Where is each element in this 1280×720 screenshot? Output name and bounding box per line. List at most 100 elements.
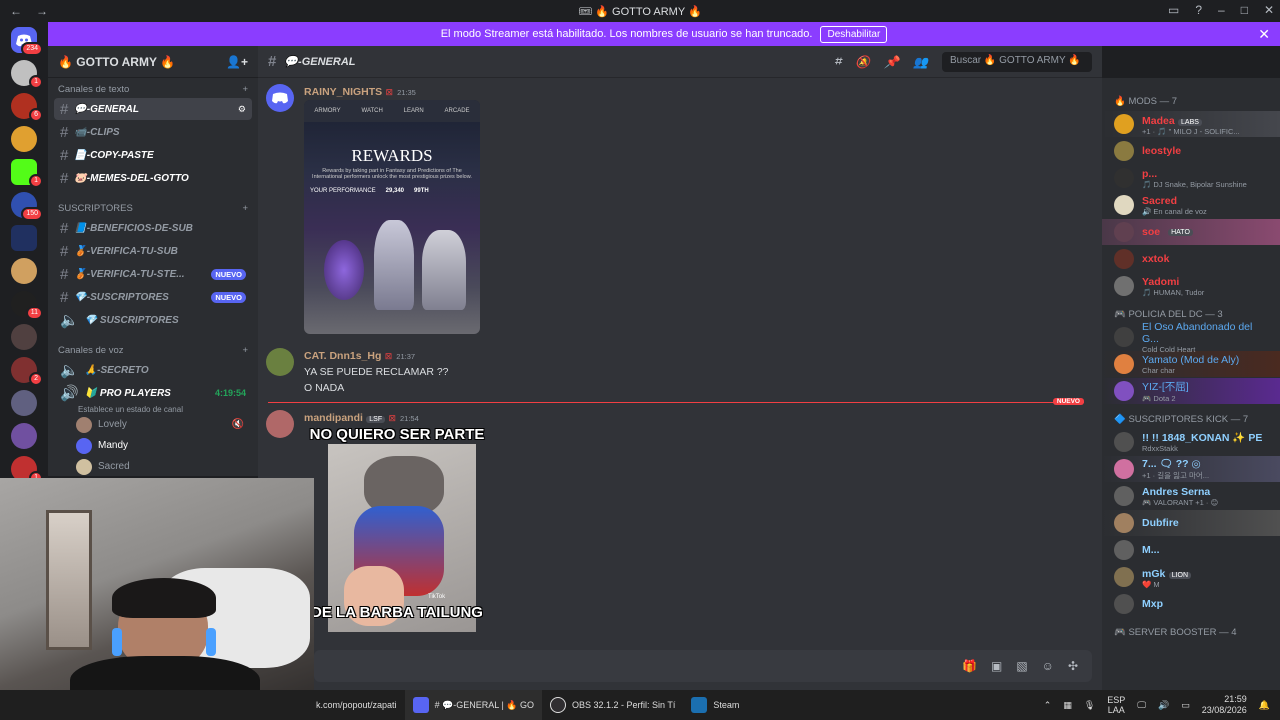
voice-category[interactable]: Canales de voz + — [48, 339, 258, 358]
member-list-icon[interactable]: 👥 — [913, 55, 928, 69]
server-icon[interactable] — [11, 423, 37, 449]
voice-user[interactable]: Mandy — [76, 435, 258, 456]
pin-icon[interactable]: 📌 — [884, 55, 899, 69]
avatar[interactable] — [266, 410, 294, 438]
member-item[interactable]: p... 🎵 DJ Snake, Bipolar Sunshine — [1102, 165, 1280, 191]
server-icon[interactable] — [11, 258, 37, 284]
member-item[interactable]: !! !! 1848_KONAN ✨ PE RdxxStakk — [1102, 429, 1280, 455]
channel-copy-paste[interactable]: # 📄-COPY-PASTE — [54, 144, 252, 166]
minimize-icon[interactable]: – — [1218, 3, 1225, 17]
apps-icon[interactable]: ✣ — [1068, 659, 1078, 673]
channel-pro-players[interactable]: 🔊 🔰 PRO PLAYERS 4:19:54 — [54, 382, 252, 404]
member-item[interactable]: mGk LION ❤️ M — [1102, 564, 1280, 590]
channel-memes[interactable]: # 🐷-MEMES-DEL-GOTTO — [54, 167, 252, 189]
member-item[interactable]: Yamato (Mod de Aly) Char char — [1102, 351, 1280, 377]
member-item[interactable]: YIZ-[不屈] 🎮 Dota 2 — [1102, 378, 1280, 404]
server-icon[interactable]: 11 — [11, 291, 43, 320]
channel-clips[interactable]: # 📹-CLIPS — [54, 121, 252, 143]
gift-icon[interactable]: 🎁 — [962, 659, 977, 673]
channel-suscriptores-voice[interactable]: 🔈 💎 SUSCRIPTORES — [54, 309, 252, 331]
server-icon[interactable]: 6 — [11, 93, 43, 122]
sticker-icon[interactable]: ▧ — [1016, 659, 1027, 673]
avatar — [1114, 327, 1134, 347]
server-icon[interactable] — [11, 390, 37, 416]
meme-bottom-text: DE LA BARBA TAILUNG — [311, 604, 483, 621]
notifications-icon[interactable]: 🔕 — [855, 55, 870, 69]
server-icon[interactable]: 2 — [11, 357, 43, 386]
member-item[interactable]: Andres Serna 🎮 VALORANT +1 · 😊 — [1102, 483, 1280, 509]
channel-verifica-ste[interactable]: # 🥉-VERIFICA-TU-STE... NUEVO — [54, 263, 252, 285]
taskbar-browser[interactable]: k.com/popout/zapati — [308, 690, 405, 720]
help-icon[interactable]: ? — [1195, 3, 1202, 17]
threads-icon[interactable]: ⌗ — [834, 54, 841, 69]
username[interactable]: mandipandi — [304, 412, 363, 424]
dota-badge-icon: ⊠ — [384, 351, 393, 361]
add-channel-icon[interactable]: + — [242, 84, 248, 95]
volume-icon[interactable]: 🔊 — [1158, 700, 1169, 711]
username[interactable]: CAT. Dnn1s_Hg — [304, 350, 381, 362]
taskbar-obs[interactable]: OBS 32.1.2 - Perfil: Sin Tí — [542, 690, 683, 720]
member-item[interactable]: leostyle — [1102, 138, 1280, 164]
tray-icon[interactable]: ▦ — [1063, 700, 1072, 711]
avatar[interactable] — [266, 84, 294, 112]
subs-category[interactable]: SUSCRIPTORES + — [48, 197, 258, 216]
text-category[interactable]: Canales de texto + — [48, 78, 258, 97]
server-icon[interactable] — [11, 225, 37, 251]
channel-general[interactable]: # 💬-GENERAL ⚙ — [54, 98, 252, 120]
meme-top-text: NO QUIERO SER PARTE — [309, 426, 485, 443]
member-item[interactable]: Yadomi 🎵 HUMAN, Tudor — [1102, 273, 1280, 299]
search-input[interactable]: Buscar 🔥 GOTTO ARMY 🔥 — [942, 51, 1092, 72]
server-icon[interactable]: 1 — [11, 60, 43, 89]
server-icon[interactable]: 1 — [11, 159, 43, 188]
member-item[interactable]: Dubfire — [1102, 510, 1280, 536]
clock[interactable]: 21:59 23/08/2026 — [1202, 694, 1247, 716]
member-item[interactable]: Madea LABS +1 · 🎵 " MILO J - SOLIFIC... — [1102, 111, 1280, 137]
gif-icon[interactable]: ▣ — [991, 659, 1002, 673]
channel-verifica-sub[interactable]: # 🥉-VERIFICA-TU-SUB — [54, 240, 252, 262]
server-icon[interactable] — [11, 324, 37, 350]
taskbar-discord[interactable]: # 💬-GENERAL | 🔥 GO — [404, 690, 542, 720]
language-indicator[interactable]: ESP LAA — [1107, 695, 1125, 715]
message-input[interactable]: 🎁 ▣ ▧ ☺ ✣ — [314, 650, 1092, 682]
voice-status-prompt[interactable]: Establece un estado de canal — [78, 405, 258, 414]
home-button[interactable]: 234 — [11, 27, 43, 56]
notification-icon[interactable]: 🔔 — [1259, 700, 1270, 711]
voice-user[interactable]: Lovely 🔇 — [76, 414, 258, 435]
username[interactable]: RAINY_NIGHTS — [304, 86, 382, 98]
taskbar-steam[interactable]: Steam — [683, 690, 747, 720]
member-item[interactable]: 7... 🗨 ?? ◎ +1 · 길을 잃고 마어... — [1102, 456, 1280, 482]
avatar[interactable] — [266, 348, 294, 376]
channel-title: 💬-GENERAL — [284, 56, 356, 68]
server-icon[interactable] — [11, 126, 37, 152]
chevron-up-icon[interactable]: ⌃ — [1044, 700, 1052, 711]
channel-beneficios[interactable]: # 📘-BENEFICIOS-DE-SUB — [54, 217, 252, 239]
server-icon[interactable]: 150 — [11, 192, 43, 221]
taskbar: k.com/popout/zapati # 💬-GENERAL | 🔥 GO O… — [0, 690, 1280, 720]
add-channel-icon[interactable]: + — [242, 345, 248, 356]
member-item[interactable]: Sacred 🔊 En canal de voz — [1102, 192, 1280, 218]
rewards-image[interactable]: ARMORY WATCH LEARN ARCADE REWARDS Rewards b… — [304, 100, 480, 334]
add-channel-icon[interactable]: + — [242, 203, 248, 214]
close-banner-icon[interactable]: ✕ — [1258, 26, 1270, 43]
member-item[interactable]: M... — [1102, 537, 1280, 563]
member-item[interactable]: xxtok — [1102, 246, 1280, 272]
guild-header[interactable]: 🔥 GOTTO ARMY 🔥 👤+ — [48, 46, 258, 78]
mic-icon[interactable]: 🎙 — [1084, 700, 1095, 711]
channel-settings-icon[interactable]: ⚙ — [238, 104, 246, 115]
battery-icon[interactable]: ▭ — [1181, 700, 1190, 711]
meme-image[interactable]: NO QUIERO SER PARTE DE LA BARBA TAILUNG … — [304, 426, 484, 642]
channel-suscriptores[interactable]: # 💎-SUSCRIPTORES NUEVO — [54, 286, 252, 308]
emoji-icon[interactable]: ☺ — [1042, 659, 1054, 673]
close-window-icon[interactable]: ✕ — [1264, 3, 1274, 17]
member-item[interactable]: El Oso Abandonado del G... Cold Cold Hear… — [1102, 321, 1280, 354]
channel-secreto[interactable]: 🔈 🙏-SECRETO — [54, 359, 252, 381]
inbox-icon[interactable]: ▭ — [1168, 3, 1179, 17]
maximize-icon[interactable]: □ — [1241, 3, 1248, 17]
member-item[interactable]: soe HATO — [1102, 219, 1280, 245]
disable-streamer-button[interactable]: Deshabilitar — [820, 25, 888, 43]
member-item[interactable]: Mxp — [1102, 591, 1280, 617]
add-member-icon[interactable]: 👤+ — [226, 55, 248, 69]
avatar — [1114, 249, 1134, 269]
voice-user[interactable]: Sacred — [76, 456, 258, 477]
network-icon[interactable]: 🖵 — [1137, 700, 1146, 711]
